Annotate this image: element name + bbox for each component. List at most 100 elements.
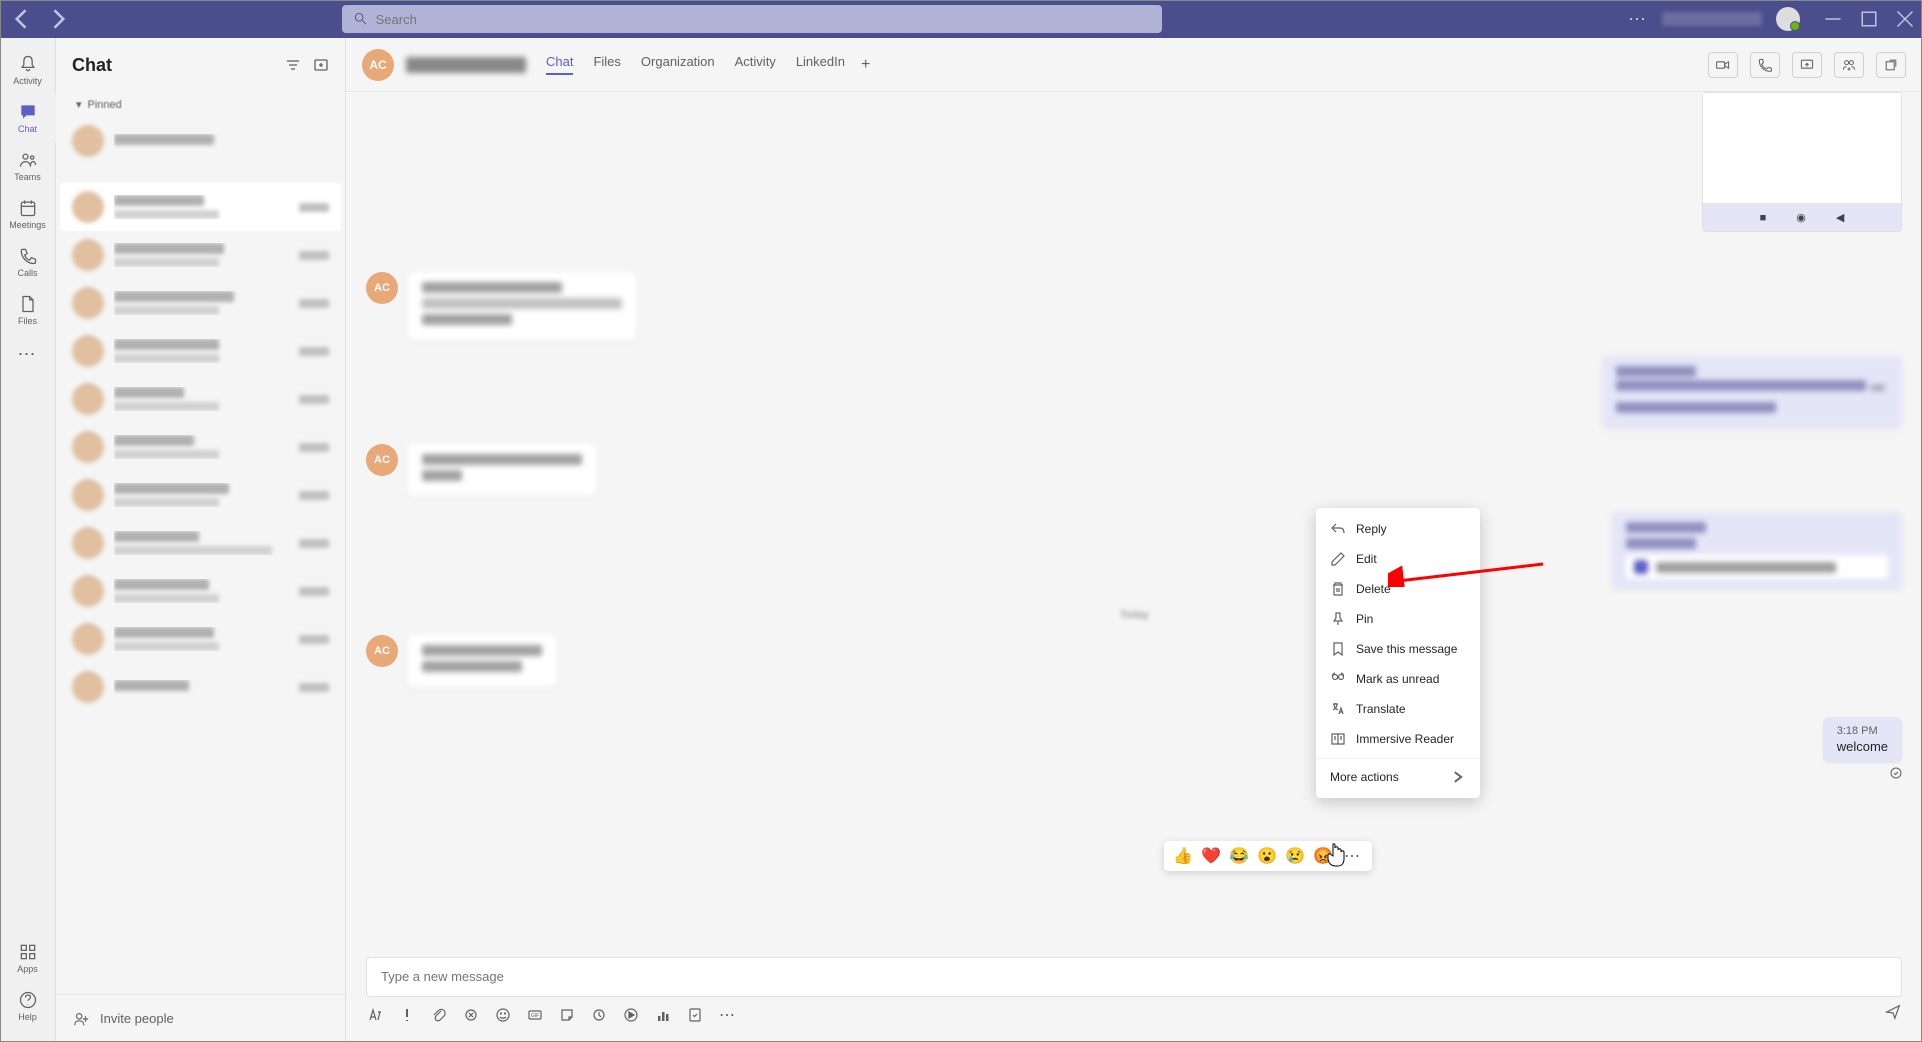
- contact-avatar[interactable]: AC: [362, 49, 394, 81]
- day-divider: Today: [366, 605, 1902, 623]
- tab-chat[interactable]: Chat: [546, 54, 573, 75]
- rail-item-label: Teams: [14, 172, 41, 182]
- message-avatar: AC: [366, 635, 398, 667]
- popout-button[interactable]: [1876, 52, 1906, 78]
- nav-forward-button[interactable]: [44, 5, 72, 33]
- add-people-button[interactable]: [1834, 52, 1864, 78]
- search-input[interactable]: [376, 12, 1150, 27]
- titlebar-avatar[interactable]: [1776, 7, 1800, 31]
- send-button[interactable]: [1884, 1003, 1902, 1026]
- menu-immersive-reader[interactable]: Immersive Reader: [1316, 724, 1480, 754]
- gif-button[interactable]: GIF: [526, 1006, 544, 1024]
- section-pinned[interactable]: ▾Pinned: [60, 92, 341, 117]
- search-box[interactable]: [342, 5, 1162, 33]
- reaction-heart[interactable]: ❤️: [1200, 845, 1222, 867]
- tab-files[interactable]: Files: [593, 54, 620, 75]
- chevron-right-icon: [1450, 769, 1466, 785]
- compose-input-box[interactable]: [366, 957, 1902, 997]
- help-icon: [18, 990, 38, 1010]
- message-bubble[interactable]: 3:18 PM welcome: [1823, 717, 1902, 762]
- reaction-surprised[interactable]: 😮: [1256, 845, 1278, 867]
- nav-back-button[interactable]: [8, 5, 36, 33]
- rail-apps[interactable]: Apps: [0, 934, 56, 982]
- titlebar-more-icon[interactable]: ⋯: [1628, 9, 1648, 30]
- menu-edit[interactable]: Edit: [1316, 544, 1480, 574]
- add-tab-button[interactable]: +: [861, 56, 870, 74]
- priority-button[interactable]: [398, 1006, 416, 1024]
- chat-list-item[interactable]: [60, 327, 341, 375]
- filter-icon[interactable]: [285, 57, 301, 73]
- chat-list-item[interactable]: [60, 663, 341, 711]
- schedule-button[interactable]: [590, 1006, 608, 1024]
- reaction-like[interactable]: 👍: [1172, 845, 1194, 867]
- message-text: welcome: [1837, 739, 1888, 754]
- rail-chat[interactable]: Chat: [0, 94, 56, 142]
- chat-list-item[interactable]: [60, 519, 341, 567]
- bookmark-icon: [1330, 641, 1346, 657]
- invite-people-button[interactable]: Invite people: [56, 994, 345, 1042]
- rail-files[interactable]: Files: [0, 286, 56, 334]
- edit-icon: [1330, 551, 1346, 567]
- compose-more-button[interactable]: ⋯: [718, 1006, 736, 1024]
- menu-delete[interactable]: Delete: [1316, 574, 1480, 604]
- chat-list-item[interactable]: [60, 423, 341, 471]
- sticker-button[interactable]: [558, 1006, 576, 1024]
- message-area: ■◉◀ AC nei AC: [346, 92, 1922, 945]
- menu-mark-unread[interactable]: Mark as unread: [1316, 664, 1480, 694]
- compose-input[interactable]: [381, 969, 1887, 984]
- chat-list: ▾Pinned: [56, 92, 345, 994]
- stream-button[interactable]: [622, 1006, 640, 1024]
- chat-topbar: AC Chat Files Organization Activity Link…: [346, 38, 1922, 92]
- rail-meetings[interactable]: Meetings: [0, 190, 56, 238]
- message-bubble[interactable]: [1612, 512, 1902, 589]
- window-close-button[interactable]: [1896, 10, 1914, 28]
- approvals-button[interactable]: [686, 1006, 704, 1024]
- window-minimize-button[interactable]: [1824, 10, 1842, 28]
- reaction-laugh[interactable]: 😂: [1228, 845, 1250, 867]
- menu-translate[interactable]: Translate: [1316, 694, 1480, 724]
- tab-organization[interactable]: Organization: [641, 54, 715, 75]
- tab-linkedin[interactable]: LinkedIn: [796, 54, 845, 75]
- video-call-button[interactable]: [1708, 52, 1738, 78]
- main-chat: AC Chat Files Organization Activity Link…: [346, 38, 1922, 1042]
- chat-list-item[interactable]: [60, 117, 341, 165]
- menu-more-actions[interactable]: More actions: [1316, 758, 1480, 792]
- rail-more-icon[interactable]: ⋯: [18, 334, 38, 375]
- rail-calls[interactable]: Calls: [0, 238, 56, 286]
- emoji-button[interactable]: [494, 1006, 512, 1024]
- chat-panel-title: Chat: [72, 55, 112, 76]
- shared-image[interactable]: ■◉◀: [1702, 92, 1902, 232]
- message-bubble[interactable]: [408, 635, 556, 687]
- reaction-more-button[interactable]: ⋯: [1340, 846, 1364, 866]
- audio-call-button[interactable]: [1750, 52, 1780, 78]
- menu-pin[interactable]: Pin: [1316, 604, 1480, 634]
- message-bubble[interactable]: nei: [1602, 356, 1902, 428]
- rail-item-label: Calls: [17, 268, 37, 278]
- loop-button[interactable]: [462, 1006, 480, 1024]
- reaction-angry[interactable]: 😡: [1312, 845, 1334, 867]
- chat-list-item[interactable]: [60, 183, 341, 231]
- chat-list-item[interactable]: [60, 375, 341, 423]
- window-maximize-button[interactable]: [1860, 10, 1878, 28]
- menu-reply[interactable]: Reply: [1316, 514, 1480, 544]
- rail-teams[interactable]: Teams: [0, 142, 56, 190]
- rail-help[interactable]: Help: [0, 982, 56, 1030]
- rail-activity[interactable]: Activity: [0, 46, 56, 94]
- share-screen-button[interactable]: [1792, 52, 1822, 78]
- message-bubble[interactable]: [408, 272, 636, 340]
- menu-save[interactable]: Save this message: [1316, 634, 1480, 664]
- message-bubble[interactable]: [408, 444, 596, 496]
- chat-list-item[interactable]: [60, 231, 341, 279]
- reaction-sad[interactable]: 😢: [1284, 845, 1306, 867]
- reaction-bar: 👍 ❤️ 😂 😮 😢 😡 ⋯: [1164, 841, 1372, 871]
- tab-activity[interactable]: Activity: [735, 54, 776, 75]
- polls-button[interactable]: [654, 1006, 672, 1024]
- chat-list-item[interactable]: [60, 567, 341, 615]
- attach-button[interactable]: [430, 1006, 448, 1024]
- chat-list-item[interactable]: [60, 615, 341, 663]
- chat-list-item[interactable]: [60, 279, 341, 327]
- format-button[interactable]: [366, 1006, 384, 1024]
- new-chat-icon[interactable]: [313, 57, 329, 73]
- message-avatar: AC: [366, 444, 398, 476]
- chat-list-item[interactable]: [60, 471, 341, 519]
